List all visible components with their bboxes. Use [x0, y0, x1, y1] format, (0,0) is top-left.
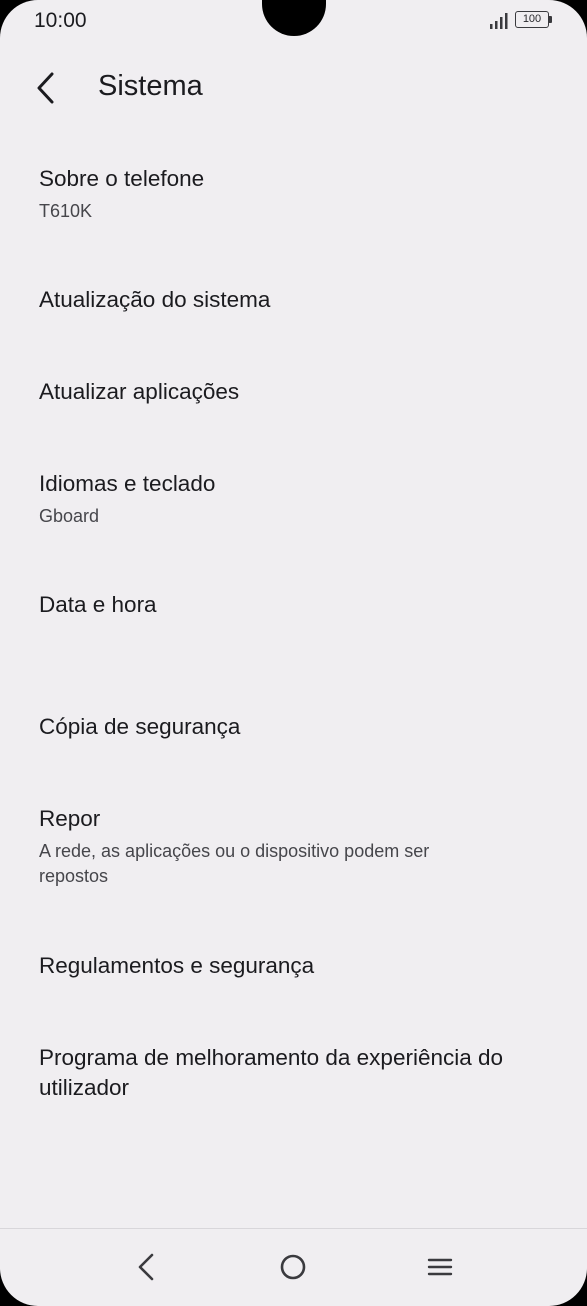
nav-menu-icon [427, 1258, 453, 1276]
battery-icon: 100 [515, 11, 549, 28]
battery-tip [549, 16, 552, 23]
item-subtitle: Gboard [39, 506, 100, 526]
nav-back-button[interactable] [118, 1241, 174, 1293]
item-subtitle-line1: A rede, as aplicações ou o dispositivo p… [39, 841, 430, 861]
nav-home-button[interactable] [265, 1241, 321, 1293]
chevron-left-icon [37, 72, 54, 104]
list-item-date-time[interactable]: Data e hora [0, 570, 587, 640]
item-title: Data e hora [39, 592, 157, 617]
battery-level: 100 [522, 13, 542, 25]
item-title-line1: Programa de melhoramento da experiência … [39, 1045, 504, 1070]
item-title: Idiomas e teclado [39, 471, 216, 496]
screen: 10:00 100 Sistema Sobre o telefone T610K… [0, 0, 587, 1306]
list-item-update-apps[interactable]: Atualizar aplicações [0, 357, 587, 427]
page-title: Sistema [98, 70, 203, 102]
nav-back-icon [138, 1253, 154, 1281]
nav-menu-button[interactable] [412, 1241, 468, 1293]
app-bar: Sistema [0, 48, 587, 128]
list-item-backup[interactable]: Cópia de segurança [0, 692, 587, 762]
navigation-bar [0, 1229, 587, 1306]
item-subtitle: T610K [39, 201, 93, 221]
status-bar: 10:00 100 [0, 0, 587, 44]
signal-icon [490, 13, 508, 29]
list-item-regulations-safety[interactable]: Regulamentos e segurança [0, 932, 587, 1002]
item-title-line2: utilizador [39, 1075, 130, 1100]
item-title: Repor [39, 806, 101, 831]
list-item-languages-keyboard[interactable]: Idiomas e teclado Gboard [0, 450, 587, 550]
list-item-experience-program[interactable]: Programa de melhoramento da experiência … [0, 1023, 587, 1123]
item-title: Atualização do sistema [39, 287, 271, 312]
item-subtitle-line2: repostos [39, 866, 109, 886]
list-item-reset[interactable]: Repor A rede, as aplicações ou o disposi… [0, 785, 587, 900]
list-item-system-update[interactable]: Atualização do sistema [0, 265, 587, 335]
item-title: Sobre o telefone [39, 166, 205, 191]
back-button[interactable] [22, 64, 70, 112]
camera-notch [262, 0, 326, 36]
item-title: Cópia de segurança [39, 714, 241, 739]
nav-home-icon [280, 1254, 306, 1280]
list-item-about-phone[interactable]: Sobre o telefone T610K [0, 145, 587, 245]
item-title: Regulamentos e segurança [39, 953, 315, 978]
status-time: 10:00 [34, 9, 87, 32]
item-title: Atualizar aplicações [39, 379, 240, 404]
